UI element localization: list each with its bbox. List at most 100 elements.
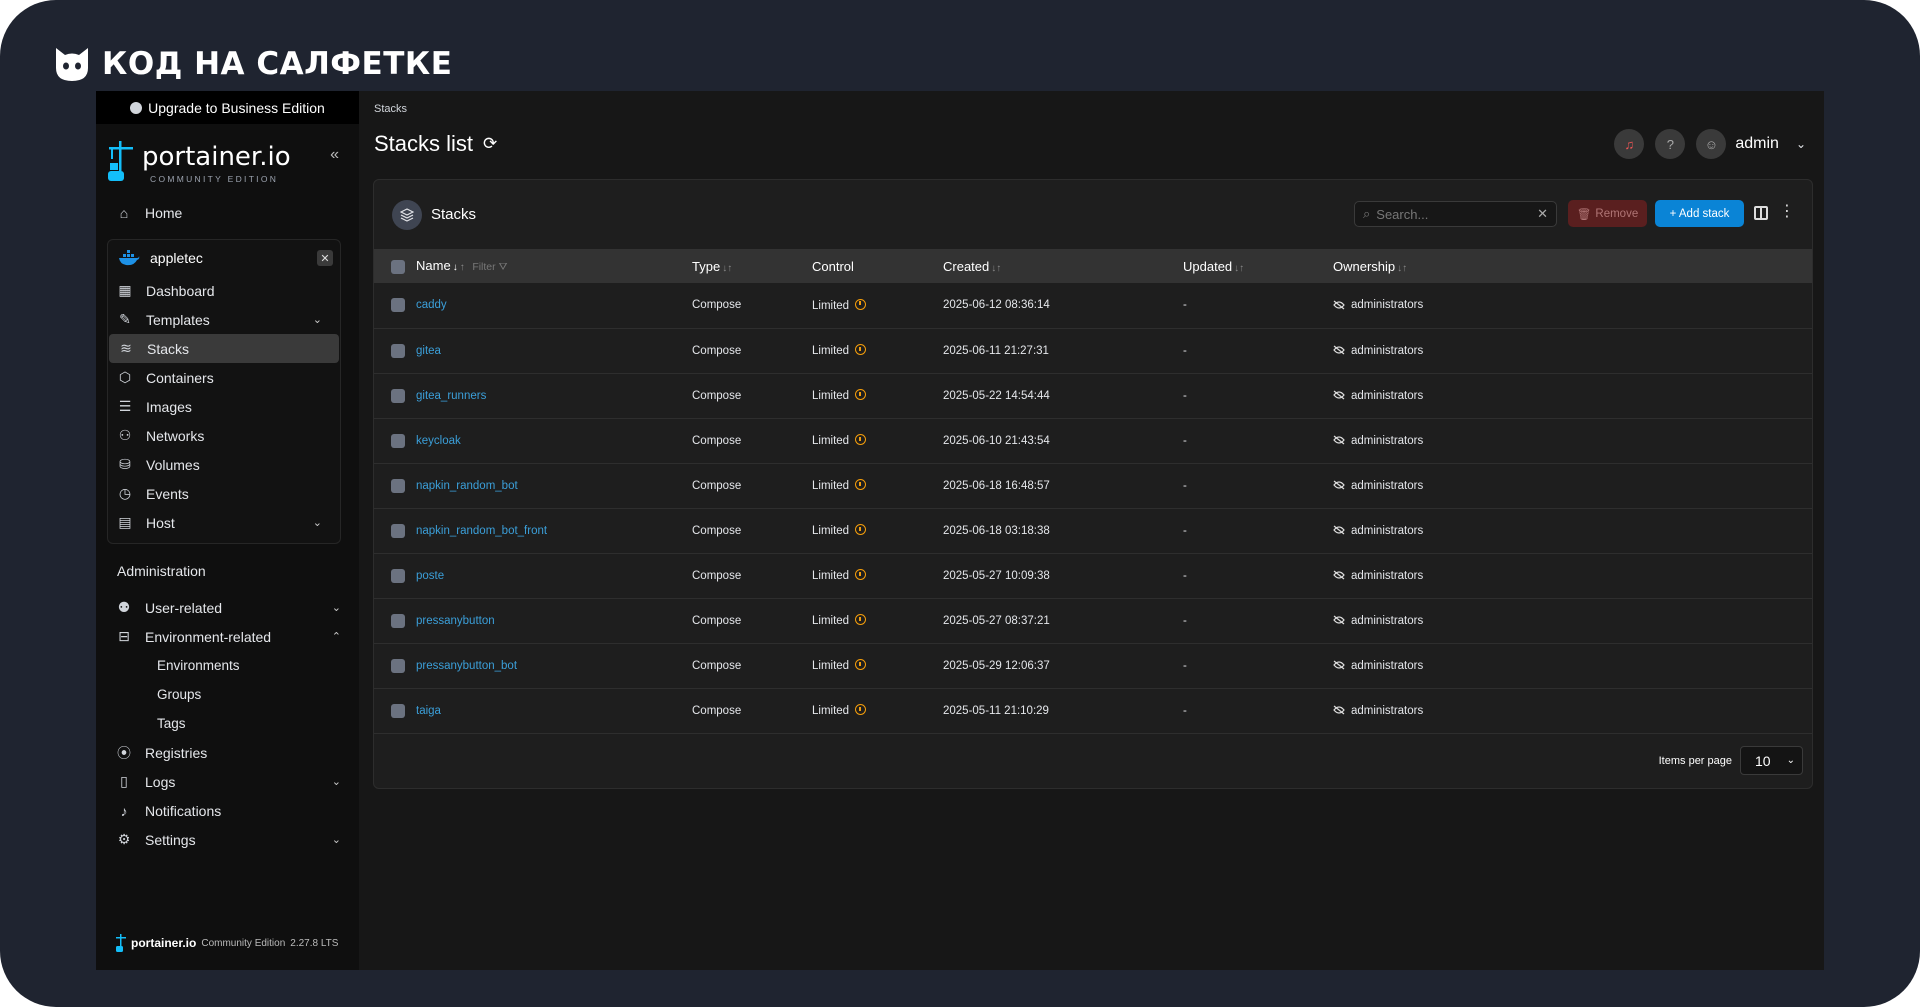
upgrade-label: Upgrade to Business Edition <box>148 99 325 116</box>
row-checkbox[interactable] <box>391 388 405 403</box>
table-row: keycloak Compose Limited 2025-06-10 21:43:5… <box>374 418 1812 463</box>
column-updated[interactable]: Updated ↓↑ <box>1183 249 1333 283</box>
help-icon[interactable]: ? <box>1655 129 1686 159</box>
sidebar-item-notifications[interactable]: ♪ Notifications <box>96 796 359 825</box>
clear-search-icon[interactable]: ✕ <box>1537 206 1548 222</box>
stack-ownership: administrators <box>1333 373 1812 418</box>
add-stack-button[interactable]: + Add stack <box>1655 200 1744 227</box>
control-label: Limited <box>812 660 850 672</box>
sidebar-item-host[interactable]: ▤ Host ⌄ <box>108 508 340 537</box>
warning-icon[interactable] <box>855 479 867 490</box>
sidebar-item-images[interactable]: ☰ Images <box>108 392 340 421</box>
breadcrumb[interactable]: Stacks <box>374 103 407 115</box>
sidebar-item-containers[interactable]: ⬡ Containers <box>108 363 340 392</box>
chevron-down-icon: ⌄ <box>312 517 322 529</box>
stack-name-link[interactable]: gitea <box>416 345 441 357</box>
sidebar-item-networks[interactable]: ⚇ Networks <box>108 421 340 450</box>
stack-control: Limited <box>812 463 943 508</box>
row-checkbox[interactable] <box>391 703 405 718</box>
stack-name-link[interactable]: gitea_runners <box>416 390 486 402</box>
stacks-card: Stacks ⌕ Search... ✕ 🗑 Remove + Add stac… <box>373 179 1813 789</box>
list-icon: ☰ <box>118 398 132 414</box>
column-type[interactable]: Type ↓↑ <box>692 249 812 283</box>
sidebar-item-dashboard[interactable]: ▦ Dashboard <box>108 276 340 305</box>
collapse-sidebar-icon[interactable]: « <box>330 146 339 164</box>
eye-off-icon <box>1333 571 1345 580</box>
stack-name-link[interactable]: pressanybutton <box>416 615 495 627</box>
dashboard-icon: ▦ <box>118 282 132 298</box>
sidebar-item-label: Templates <box>146 311 210 328</box>
stack-name-link[interactable]: pressanybutton_bot <box>416 660 517 672</box>
stack-created: 2025-06-18 16:48:57 <box>943 479 1050 492</box>
sidebar-item-volumes[interactable]: ⛁ Volumes <box>108 450 340 479</box>
row-checkbox[interactable] <box>391 433 405 448</box>
stack-name-link[interactable]: napkin_random_bot_front <box>416 525 547 537</box>
warning-icon[interactable] <box>855 389 867 400</box>
warning-icon[interactable] <box>855 704 867 715</box>
column-name[interactable]: Name ↓ ↑ Filter ⛛ <box>416 249 692 283</box>
warning-icon[interactable] <box>855 298 867 310</box>
sidebar-item-stacks[interactable]: ≋ Stacks <box>109 334 339 363</box>
stack-name-link[interactable]: poste <box>416 570 444 582</box>
stack-updated: - <box>1183 569 1187 582</box>
search-input[interactable]: ⌕ Search... ✕ <box>1354 201 1557 227</box>
eye-off-icon <box>1333 706 1345 715</box>
column-ownership[interactable]: Ownership ↓↑ <box>1333 249 1812 283</box>
row-checkbox[interactable] <box>391 523 405 538</box>
select-all-checkbox[interactable] <box>391 259 405 274</box>
column-created[interactable]: Created ↓↑ <box>943 249 1183 283</box>
warning-icon[interactable] <box>855 344 867 355</box>
user-name[interactable]: admin <box>1735 135 1779 153</box>
stack-type: Compose <box>692 389 742 402</box>
sort-icon: ↓ <box>452 262 458 273</box>
chevron-down-icon[interactable]: ⌄ <box>1796 137 1806 151</box>
stack-name-link[interactable]: taiga <box>416 705 441 717</box>
row-checkbox[interactable] <box>391 658 405 673</box>
stack-created: 2025-05-11 21:10:29 <box>943 704 1049 717</box>
row-checkbox[interactable] <box>391 298 405 313</box>
stack-updated: - <box>1183 524 1187 537</box>
row-checkbox[interactable] <box>391 568 405 583</box>
columns-icon[interactable] <box>1754 206 1768 220</box>
portainer-logo[interactable]: portainer.io COMMUNITY EDITION « <box>96 134 359 194</box>
avatar[interactable]: ☺ <box>1696 129 1727 159</box>
more-options-icon[interactable]: ⋮ <box>1779 204 1795 220</box>
items-per-page-select[interactable]: 10 ⌄ <box>1740 746 1803 775</box>
sidebar-item-settings[interactable]: ⚙ Settings ⌄ <box>96 825 359 854</box>
sidebar-item-user-related[interactable]: ⚉ User-related ⌄ <box>96 593 359 622</box>
stack-name-link[interactable]: napkin_random_bot <box>416 480 518 492</box>
warning-icon[interactable] <box>855 569 867 580</box>
table-row: napkin_random_bot_front Compose Limited 202… <box>374 508 1812 553</box>
refresh-icon[interactable]: ⟳ <box>483 134 497 154</box>
warning-icon[interactable] <box>855 614 867 625</box>
upgrade-banner[interactable]: Upgrade to Business Edition <box>96 91 359 124</box>
home-icon: ⌂ <box>119 204 129 221</box>
sidebar-subitem-environments[interactable]: Environments <box>96 651 359 680</box>
column-label: Updated <box>1183 258 1233 274</box>
stack-name-link[interactable]: keycloak <box>416 435 461 447</box>
close-environment-icon[interactable]: ✕ <box>317 250 333 266</box>
environment-name: appletec <box>150 250 203 266</box>
row-checkbox[interactable] <box>391 343 405 358</box>
sidebar-item-events[interactable]: ◷ Events <box>108 479 340 508</box>
sidebar-subitem-groups[interactable]: Groups <box>96 680 359 709</box>
row-checkbox[interactable] <box>391 478 405 493</box>
notifications-bell-icon[interactable]: ♫ <box>1614 129 1645 159</box>
sidebar-item-logs[interactable]: ▯ Logs ⌄ <box>96 767 359 796</box>
filter-button[interactable]: Filter ⛛ <box>472 261 507 273</box>
stack-created: 2025-06-18 03:18:38 <box>943 524 1050 537</box>
table-row: napkin_random_bot Compose Limited 2025-06-1… <box>374 463 1812 508</box>
warning-icon[interactable] <box>855 524 867 535</box>
column-control: Control <box>812 249 943 283</box>
sidebar-item-templates[interactable]: ✎ Templates ⌄ <box>108 305 340 334</box>
sidebar-item-home[interactable]: ⌂ Home <box>96 198 359 227</box>
remove-button[interactable]: 🗑 Remove <box>1568 200 1647 227</box>
sidebar-subitem-tags[interactable]: Tags <box>96 709 359 738</box>
warning-icon[interactable] <box>855 434 867 445</box>
footer-version: 2.27.8 LTS <box>290 937 339 949</box>
sidebar-item-registries[interactable]: ⦿ Registries <box>96 738 359 767</box>
sidebar-item-environment-related[interactable]: ⊟ Environment-related ⌃ <box>96 622 359 651</box>
warning-icon[interactable] <box>855 659 867 670</box>
row-checkbox[interactable] <box>391 613 405 628</box>
stack-name-link[interactable]: caddy <box>416 299 447 311</box>
